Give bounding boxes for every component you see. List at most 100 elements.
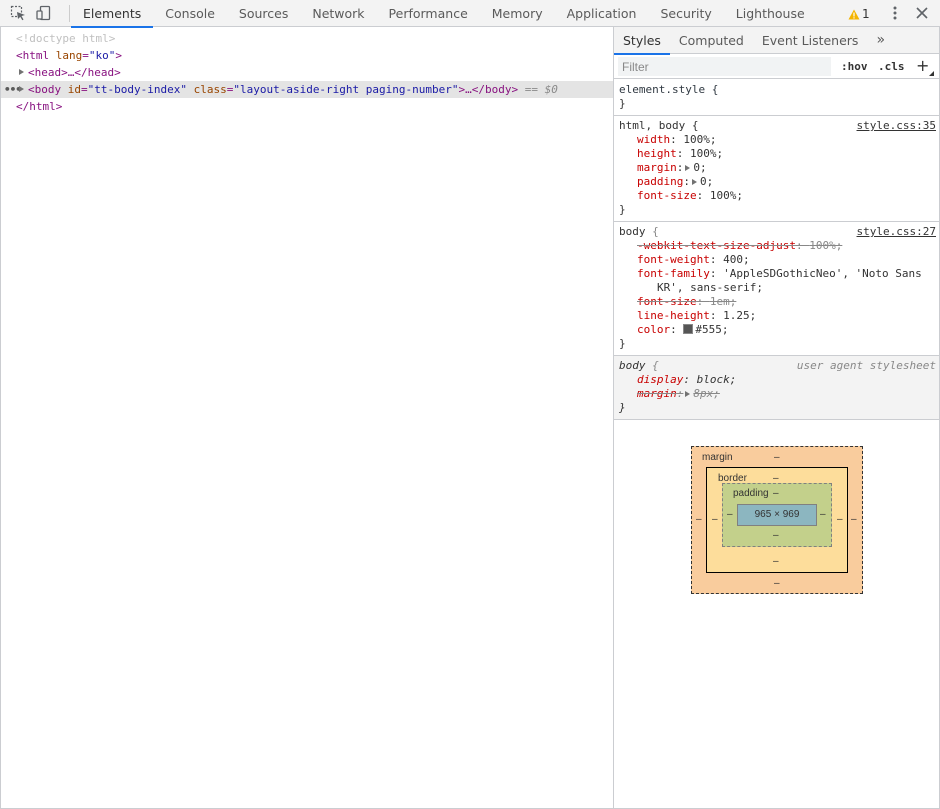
html-close-tag: </html>	[16, 100, 63, 113]
rule-close-brace: }	[619, 97, 626, 110]
box-model-border[interactable]: border – – – – padding – – – – 965 × 969	[706, 467, 848, 573]
decl-webkit-text-size-adjust[interactable]: -webkit-text-size-adjust: 100%;	[619, 239, 939, 253]
margin-bottom-value[interactable]: –	[774, 578, 780, 589]
rule-selector: html, body	[619, 119, 686, 132]
warning-count: 1	[862, 7, 870, 21]
padding-left-value[interactable]: –	[727, 509, 733, 520]
border-left-value[interactable]: –	[712, 514, 718, 525]
decl-font-weight[interactable]: font-weight: 400;	[619, 253, 939, 267]
rule-user-agent-body[interactable]: body { user agent stylesheet display: bl…	[614, 356, 939, 420]
tab-console[interactable]: Console	[153, 0, 227, 27]
lang-attr-value: "ko"	[88, 49, 116, 62]
box-model-margin[interactable]: margin – – – – border – – – – padding – …	[691, 446, 863, 594]
id-attr-name: id	[67, 83, 81, 96]
body-tag-end: >…</body>	[458, 83, 519, 96]
padding-label: padding	[733, 488, 769, 499]
padding-top-value[interactable]: –	[773, 488, 779, 499]
rule-selector: element.style {	[619, 83, 719, 96]
html-tag: <html	[16, 49, 50, 62]
head-open-tag: <head>	[28, 66, 68, 79]
cls-toggle-button[interactable]: .cls	[878, 60, 905, 73]
rule-selector: body	[619, 359, 646, 372]
decl-height[interactable]: height: 100%;	[619, 147, 939, 161]
id-attr-value: "tt-body-index"	[87, 83, 187, 96]
box-model-content-size[interactable]: 965 × 969	[737, 504, 817, 526]
inspect-element-icon[interactable]	[10, 5, 26, 21]
head-close-tag: </head>	[74, 66, 121, 79]
more-options-icon[interactable]	[888, 5, 902, 21]
dom-tree: <!doctype html> <html lang="ko"> <head>……	[1, 28, 613, 808]
doctype-text: <!doctype html>	[16, 32, 116, 45]
padding-bottom-value[interactable]: –	[773, 530, 779, 541]
styles-sidebar: Styles Computed Event Listeners » :hov .…	[614, 27, 939, 808]
decl-color[interactable]: color: #555;	[619, 323, 939, 337]
body-tag: <body	[28, 83, 62, 96]
tab-memory[interactable]: Memory	[480, 0, 555, 27]
expand-shorthand-icon[interactable]	[691, 179, 697, 185]
more-tabs-icon[interactable]: »	[867, 27, 892, 54]
warning-icon	[848, 9, 860, 19]
dom-doctype-line[interactable]: <!doctype html>	[1, 30, 613, 47]
new-rule-button[interactable]: +	[916, 57, 929, 75]
lang-attr-name: lang	[55, 49, 83, 62]
tab-computed[interactable]: Computed	[670, 27, 753, 54]
dom-html-close-line[interactable]: </html>	[1, 98, 613, 115]
html-tag-end: >	[115, 49, 122, 62]
tab-lighthouse[interactable]: Lighthouse	[724, 0, 817, 27]
decl-display[interactable]: display: block;	[619, 373, 939, 387]
margin-label: margin	[702, 452, 733, 463]
dom-html-line[interactable]: <html lang="ko">	[1, 47, 613, 64]
expand-shorthand-icon[interactable]	[685, 391, 691, 397]
rule-source-link[interactable]: style.css:27	[857, 225, 936, 238]
decl-margin[interactable]: margin: 8px;	[619, 387, 939, 401]
rule-html-body[interactable]: html, body { style.css:35 width: 100%; h…	[614, 116, 939, 222]
decl-line-height[interactable]: line-height: 1.25;	[619, 309, 939, 323]
decl-font-size[interactable]: font-size: 1em;	[619, 295, 939, 309]
decl-font-size[interactable]: font-size: 100%;	[619, 189, 939, 203]
box-model-diagram: margin – – – – border – – – – padding – …	[691, 446, 863, 594]
rule-source-label: user agent stylesheet	[796, 359, 936, 372]
tab-performance[interactable]: Performance	[377, 0, 480, 27]
expand-body-icon[interactable]	[19, 86, 24, 92]
decl-padding[interactable]: padding: 0;	[619, 175, 939, 189]
device-toolbar-icon[interactable]	[36, 5, 52, 21]
class-attr-value: "layout-aside-right paging-number"	[233, 83, 459, 96]
margin-top-value[interactable]: –	[774, 452, 780, 463]
border-bottom-value[interactable]: –	[773, 556, 779, 567]
rule-source-link[interactable]: style.css:35	[857, 119, 936, 132]
dom-head-line[interactable]: <head>…</head>	[1, 64, 613, 81]
dom-body-line[interactable]: ••• <body id="tt-body-index" class="layo…	[1, 81, 613, 98]
border-right-value[interactable]: –	[837, 514, 843, 525]
margin-left-value[interactable]: –	[696, 514, 702, 525]
expand-shorthand-icon[interactable]	[685, 165, 691, 171]
decl-margin[interactable]: margin: 0;	[619, 161, 939, 175]
tab-sources[interactable]: Sources	[227, 0, 300, 27]
hov-toggle-button[interactable]: :hov	[841, 60, 868, 73]
tab-application[interactable]: Application	[555, 0, 649, 27]
tab-security[interactable]: Security	[648, 0, 723, 27]
tab-elements[interactable]: Elements	[71, 0, 154, 28]
class-attr-name: class	[193, 83, 227, 96]
main-toolbar: Elements Console Sources Network Perform…	[0, 0, 940, 28]
panel-tabs: Elements Console Sources Network Perform…	[71, 0, 817, 28]
style-rules: element.style { } html, body { style.css…	[614, 80, 939, 420]
rule-element-style[interactable]: element.style { }	[614, 80, 939, 116]
decl-width[interactable]: width: 100%;	[619, 133, 939, 147]
styles-filter-bar: :hov .cls +	[614, 54, 939, 79]
padding-right-value[interactable]: –	[820, 509, 826, 520]
styles-filter-input[interactable]	[618, 57, 831, 76]
rule-body[interactable]: body { style.css:27 -webkit-text-size-ad…	[614, 222, 939, 356]
corner-triangle-icon	[929, 71, 934, 76]
decl-font-family[interactable]: font-family: 'AppleSDGothicNeo', 'Noto S…	[619, 267, 939, 295]
close-icon[interactable]	[914, 5, 930, 21]
sidebar-tabs: Styles Computed Event Listeners »	[614, 27, 939, 55]
tab-network[interactable]: Network	[300, 0, 376, 27]
tab-event-listeners[interactable]: Event Listeners	[753, 27, 868, 54]
color-swatch[interactable]	[683, 324, 694, 334]
tab-styles[interactable]: Styles	[614, 27, 670, 55]
expand-head-icon[interactable]	[19, 69, 24, 75]
toolbar-separator	[69, 5, 70, 22]
warnings-counter[interactable]: 1	[848, 6, 870, 22]
margin-right-value[interactable]: –	[851, 514, 857, 525]
box-model-padding[interactable]: padding – – – – 965 × 969	[722, 483, 832, 547]
